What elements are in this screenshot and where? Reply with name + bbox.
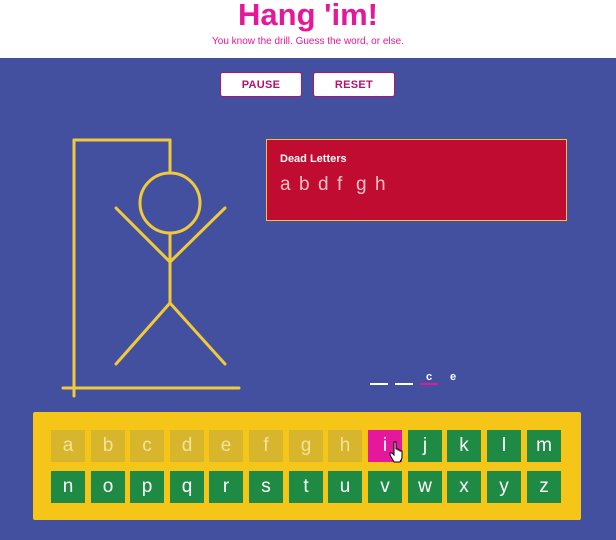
- key-r[interactable]: r: [209, 471, 243, 503]
- key-x[interactable]: x: [447, 471, 481, 503]
- key-s[interactable]: s: [249, 471, 283, 503]
- dead-letter: b: [299, 174, 310, 195]
- key-f[interactable]: f: [249, 430, 283, 462]
- key-p[interactable]: p: [130, 471, 164, 503]
- dead-letter: g: [356, 174, 367, 195]
- key-h[interactable]: h: [328, 430, 362, 462]
- key-n[interactable]: n: [51, 471, 85, 503]
- letter-keyboard: a b c d e f g h i j k l m n o p q r s t …: [33, 412, 581, 520]
- key-b[interactable]: b: [91, 430, 125, 462]
- key-u[interactable]: u: [328, 471, 362, 503]
- key-d[interactable]: d: [170, 430, 204, 462]
- word-slot: c: [420, 372, 438, 385]
- key-y[interactable]: y: [487, 471, 521, 503]
- dead-letters-title: Dead Letters: [280, 153, 347, 165]
- figure-right-leg: [168, 301, 227, 366]
- dead-letters-panel: Dead Letters a b d f g h: [266, 139, 567, 221]
- figure-left-leg: [114, 301, 172, 366]
- word-slot: e: [449, 371, 457, 383]
- word-slot: [395, 372, 413, 385]
- key-v[interactable]: v: [368, 471, 402, 503]
- dead-letter: d: [318, 174, 329, 195]
- key-g[interactable]: g: [289, 430, 323, 462]
- key-k[interactable]: k: [447, 430, 481, 462]
- key-c[interactable]: c: [130, 430, 164, 462]
- dead-letter: f: [337, 174, 343, 195]
- dead-letter: h: [375, 174, 386, 195]
- word-slot: [370, 372, 388, 385]
- key-o[interactable]: o: [91, 471, 125, 503]
- key-t[interactable]: t: [289, 471, 323, 503]
- key-l[interactable]: l: [487, 430, 521, 462]
- key-j[interactable]: j: [408, 430, 442, 462]
- hand-pointer-icon: [389, 441, 403, 463]
- key-z[interactable]: z: [527, 471, 561, 503]
- dead-letter: a: [280, 174, 291, 195]
- key-q[interactable]: q: [170, 471, 204, 503]
- key-e[interactable]: e: [209, 430, 243, 462]
- figure-head: [138, 171, 202, 235]
- key-a[interactable]: a: [51, 430, 85, 462]
- key-m[interactable]: m: [527, 430, 561, 462]
- dead-letters-list: a b d f g h: [280, 174, 394, 196]
- key-w[interactable]: w: [408, 471, 442, 503]
